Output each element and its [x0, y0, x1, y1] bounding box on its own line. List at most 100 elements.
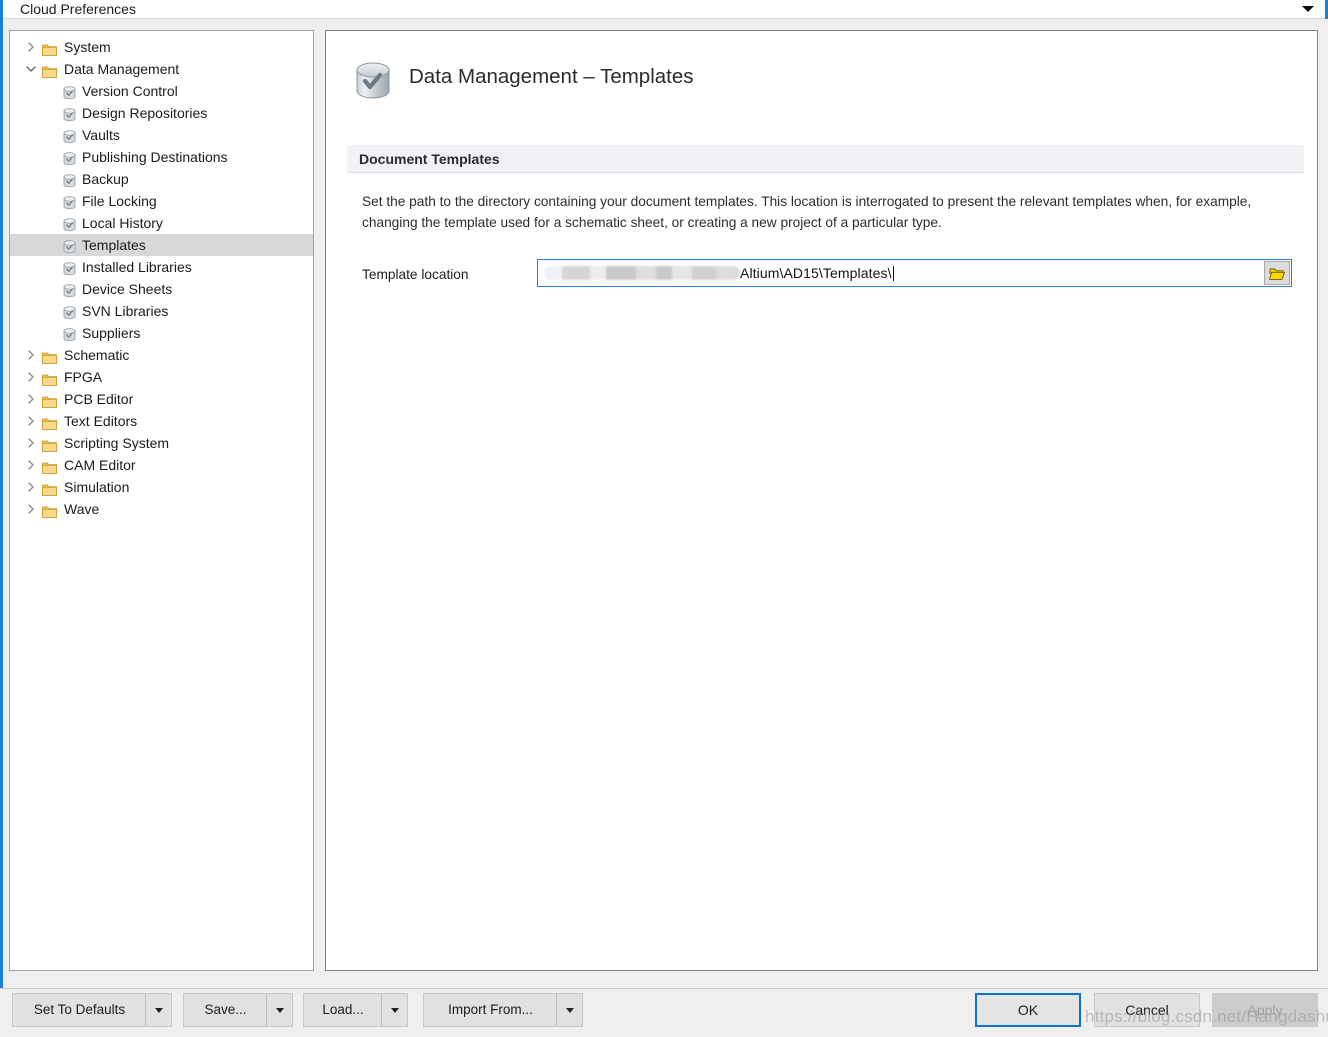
- tree-item-text-editors[interactable]: Text Editors: [10, 410, 313, 432]
- chevron-right-icon[interactable]: [24, 410, 38, 432]
- chevron-down-icon[interactable]: [1302, 6, 1314, 12]
- window-accent-edge: [0, 0, 3, 1037]
- tree-item-backup[interactable]: Backup: [10, 168, 313, 190]
- tree-item-label: File Locking: [82, 193, 157, 209]
- section-title: Document Templates: [359, 151, 500, 167]
- folder-icon: [42, 392, 57, 408]
- tree-item-cam-editor[interactable]: CAM Editor: [10, 454, 313, 476]
- database-check-icon: [63, 106, 76, 122]
- tree-item-schematic[interactable]: Schematic: [10, 344, 313, 366]
- tree-item-label: Publishing Destinations: [82, 149, 228, 165]
- tree-item-label: Text Editors: [64, 413, 138, 429]
- database-check-icon: [63, 84, 76, 100]
- tree-item-label: Wave: [64, 501, 100, 517]
- folder-icon: [42, 348, 57, 364]
- chevron-down-icon[interactable]: [24, 58, 38, 80]
- tree-item-templates[interactable]: Templates: [10, 234, 313, 256]
- tree-item-label: SVN Libraries: [82, 303, 169, 319]
- save-button[interactable]: Save...: [184, 994, 267, 1026]
- load-button[interactable]: Load...: [304, 994, 382, 1026]
- tree-item-design-repositories[interactable]: Design Repositories: [10, 102, 313, 124]
- tree-item-scripting-system[interactable]: Scripting System: [10, 432, 313, 454]
- folder-icon: [42, 62, 57, 78]
- import-from-dropdown-arrow-icon[interactable]: [556, 994, 582, 1026]
- tree-item-pcb-editor[interactable]: PCB Editor: [10, 388, 313, 410]
- tree-item-label: System: [64, 39, 111, 55]
- chevron-right-icon[interactable]: [24, 36, 38, 58]
- page-title: Data Management – Templates: [409, 65, 694, 88]
- database-check-icon: [353, 59, 393, 103]
- tree-item-simulation[interactable]: Simulation: [10, 476, 313, 498]
- import-from-split-button[interactable]: Import From...: [423, 993, 583, 1027]
- load-dropdown-arrow-icon[interactable]: [381, 994, 407, 1026]
- text-caret: [892, 266, 894, 281]
- set-to-defaults-dropdown-arrow-icon[interactable]: [145, 994, 171, 1026]
- tree-item-label: Suppliers: [82, 325, 141, 341]
- preferences-content-panel: Data Management – Templates Document Tem…: [325, 30, 1318, 971]
- database-check-icon: [63, 260, 76, 276]
- folder-icon: [42, 370, 57, 386]
- database-check-icon: [63, 326, 76, 342]
- tree-item-data-management[interactable]: Data Management: [10, 58, 313, 80]
- cancel-button[interactable]: Cancel: [1094, 993, 1200, 1027]
- tree-item-suppliers[interactable]: Suppliers: [10, 322, 313, 344]
- tree-item-system[interactable]: System: [10, 36, 313, 58]
- folder-icon: [42, 436, 57, 452]
- tree-item-label: Installed Libraries: [82, 259, 192, 275]
- load-split-button[interactable]: Load...: [303, 993, 408, 1027]
- tree-item-publishing-destinations[interactable]: Publishing Destinations: [10, 146, 313, 168]
- database-check-icon: [63, 304, 76, 320]
- tree-item-fpga[interactable]: FPGA: [10, 366, 313, 388]
- chevron-right-icon[interactable]: [24, 498, 38, 520]
- tree-item-label: Design Repositories: [82, 105, 208, 121]
- preferences-tree[interactable]: System Data Management Version Control Desi…: [9, 30, 314, 971]
- tree-item-file-locking[interactable]: File Locking: [10, 190, 313, 212]
- chevron-right-icon[interactable]: [24, 476, 38, 498]
- template-location-input[interactable]: Altium\AD15\Templates\: [537, 259, 1292, 287]
- tree-item-label: Data Management: [64, 61, 180, 77]
- tree-item-wave[interactable]: Wave: [10, 498, 313, 520]
- folder-icon: [42, 502, 57, 518]
- page-header: Data Management – Templates: [326, 31, 1317, 131]
- set-to-defaults-button[interactable]: Set To Defaults: [13, 994, 146, 1026]
- tree-item-label: PCB Editor: [64, 391, 134, 407]
- set-to-defaults-split-button[interactable]: Set To Defaults: [12, 993, 172, 1027]
- tree-item-label: FPGA: [64, 369, 103, 385]
- tree-item-installed-libraries[interactable]: Installed Libraries: [10, 256, 313, 278]
- tree-item-label: Scripting System: [64, 435, 170, 451]
- database-check-icon: [63, 194, 76, 210]
- import-from-button[interactable]: Import From...: [424, 994, 557, 1026]
- database-check-icon: [63, 128, 76, 144]
- chevron-right-icon[interactable]: [24, 344, 38, 366]
- folder-icon: [42, 40, 57, 56]
- template-location-label: Template location: [362, 267, 469, 282]
- tree-item-label: Local History: [82, 215, 163, 231]
- chevron-right-icon[interactable]: [24, 454, 38, 476]
- database-check-icon: [63, 282, 76, 298]
- tree-item-local-history[interactable]: Local History: [10, 212, 313, 234]
- browse-folder-button[interactable]: [1264, 261, 1290, 285]
- folder-icon: [42, 458, 57, 474]
- window-title: Cloud Preferences: [20, 1, 136, 17]
- database-check-icon: [63, 172, 76, 188]
- tree-item-label: Device Sheets: [82, 281, 173, 297]
- chevron-right-icon[interactable]: [24, 388, 38, 410]
- chevron-right-icon[interactable]: [24, 366, 38, 388]
- database-check-icon: [63, 238, 76, 254]
- tree-item-device-sheets[interactable]: Device Sheets: [10, 278, 313, 300]
- tree-item-svn-libraries[interactable]: SVN Libraries: [10, 300, 313, 322]
- ok-button[interactable]: OK: [975, 993, 1081, 1027]
- footer-bar: Set To Defaults Save... Load... Import From…: [0, 989, 1328, 1037]
- template-location-value: Altium\AD15\Templates\: [740, 265, 892, 281]
- save-split-button[interactable]: Save...: [183, 993, 293, 1027]
- section-header: Document Templates: [347, 145, 1304, 173]
- save-dropdown-arrow-icon[interactable]: [266, 994, 292, 1026]
- tree-item-label: Schematic: [64, 347, 130, 363]
- title-bar: Cloud Preferences: [3, 0, 1328, 19]
- folder-icon: [42, 414, 57, 430]
- tree-item-vaults[interactable]: Vaults: [10, 124, 313, 146]
- chevron-right-icon[interactable]: [24, 432, 38, 454]
- tree-item-version-control[interactable]: Version Control: [10, 80, 313, 102]
- apply-button: Apply: [1212, 993, 1318, 1027]
- tree-item-label: Templates: [82, 237, 146, 253]
